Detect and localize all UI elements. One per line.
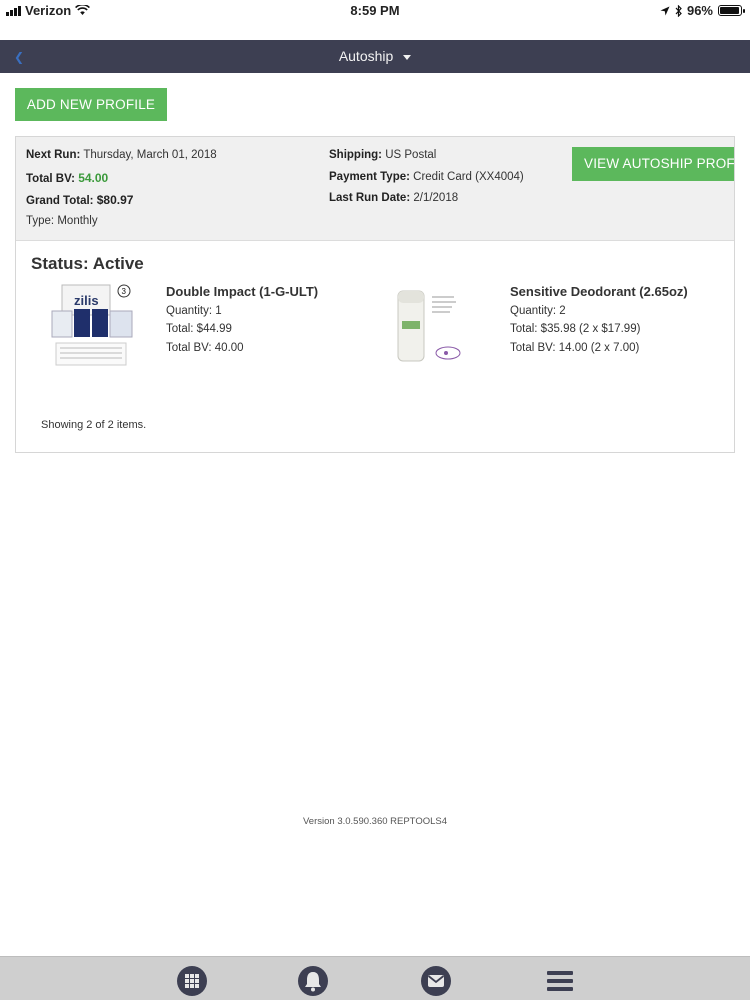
add-new-profile-button[interactable]: ADD NEW PROFILE (15, 88, 167, 121)
grand-total: Grand Total: $80.97 (26, 193, 134, 207)
profile-summary: Next Run: Thursday, March 01, 2018 Total… (16, 137, 734, 241)
item-total: Total: $44.99 (166, 323, 232, 335)
menu-icon[interactable] (544, 965, 576, 997)
chevron-down-icon (403, 54, 412, 60)
product-logo-text: zilis (74, 293, 99, 308)
nav-bar: ❮ Autoship (0, 40, 750, 73)
bluetooth-icon (675, 4, 682, 17)
item-total-bv: Total BV: 14.00 (2 x 7.00) (510, 341, 640, 354)
list-item[interactable]: zilis 3 Double Impact (1-G-ULT) Quantity… (48, 283, 378, 373)
svg-text:3: 3 (122, 287, 127, 296)
list-item[interactable]: Sensitive Deodorant (2.65oz) Quantity: 2… (392, 283, 722, 373)
status-indicators: 96% (660, 3, 745, 18)
grand-total-value: $80.97 (96, 193, 134, 207)
bell-icon[interactable] (297, 965, 329, 997)
page-title-dropdown[interactable]: Autoship (0, 48, 750, 64)
next-run: Next Run: Thursday, March 01, 2018 (26, 149, 217, 161)
item-details: Sensitive Deodorant (2.65oz) Quantity: 2… (510, 283, 688, 357)
total-bv-value: 54.00 (78, 171, 109, 185)
status-bar: Verizon 8:59 PM 96% (0, 0, 750, 22)
version-label: Version 3.0.590.360 REPTOOLS4 (303, 816, 447, 827)
location-arrow-icon (660, 6, 670, 15)
item-quantity: Quantity: 1 (166, 304, 222, 317)
last-run-date: Last Run Date: 2/1/2018 (329, 192, 459, 204)
bottom-tab-bar (0, 956, 750, 1000)
item-name: Double Impact (1-G-ULT) (166, 284, 319, 299)
payment-type: Payment Type: Credit Card (XX4004) (329, 171, 524, 183)
status-heading: Status: Active (31, 254, 144, 273)
item-name: Sensitive Deodorant (2.65oz) (510, 284, 688, 299)
mail-icon[interactable] (420, 965, 452, 997)
item-quantity: Quantity: 2 (510, 304, 566, 317)
battery-percent: 96% (686, 3, 713, 18)
product-box-image: zilis 3 (51, 284, 133, 366)
item-details: Double Impact (1-G-ULT) Quantity: 1 Tota… (166, 283, 318, 357)
page-title: Autoship (338, 48, 394, 64)
item-total: Total: $35.98 (2 x $17.99) (510, 323, 641, 335)
deodorant-image (397, 290, 461, 362)
total-bv: Total BV: 54.00 (26, 171, 109, 185)
item-total-bv: Total BV: 40.00 (166, 341, 244, 354)
clock: 8:59 PM (350, 3, 400, 18)
list-summary: Showing 2 of 2 items. (41, 419, 147, 431)
view-autoship-profile-button[interactable]: VIEW AUTOSHIP PROF (572, 147, 734, 181)
battery-icon (718, 5, 745, 16)
profile-type: Type: Monthly (26, 215, 98, 227)
grid-icon[interactable] (176, 965, 208, 997)
autoship-profile-card: Next Run: Thursday, March 01, 2018 Total… (15, 136, 735, 453)
shipping: Shipping: US Postal (329, 149, 437, 161)
